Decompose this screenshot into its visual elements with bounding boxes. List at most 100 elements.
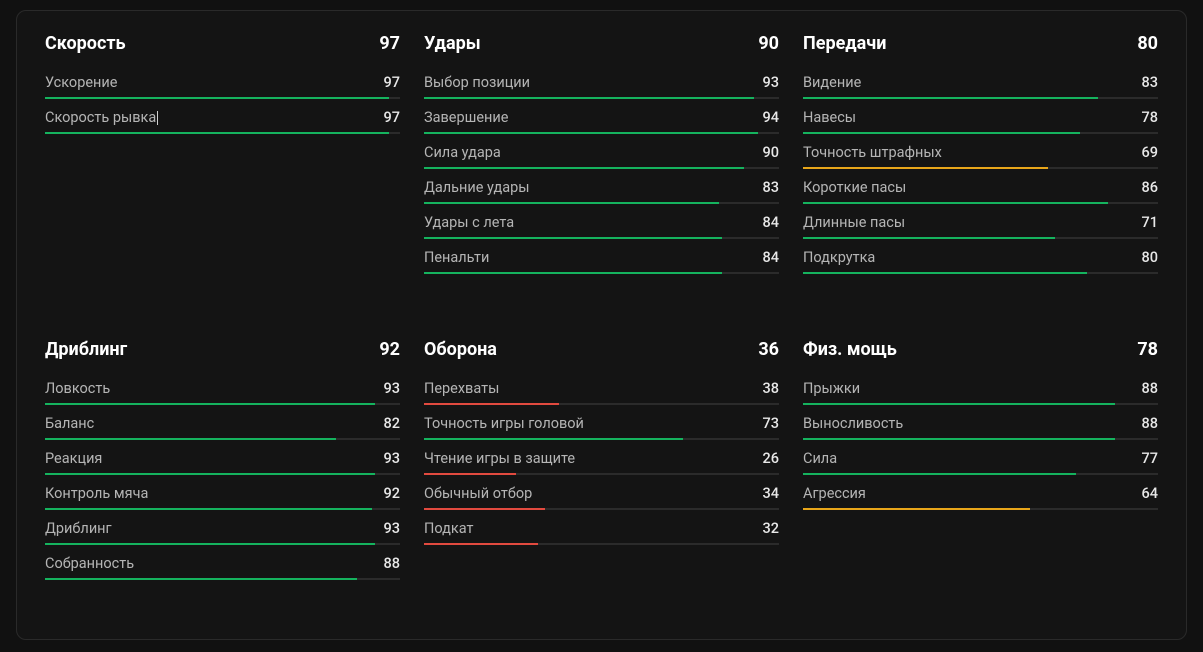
group-value: 97	[379, 33, 400, 54]
stat-item: Дальние удары83	[424, 179, 779, 204]
stat-label: Агрессия	[803, 485, 866, 502]
stat-item: Подкат32	[424, 520, 779, 545]
group-title: Оборона	[424, 339, 497, 360]
stat-row: Навесы78	[803, 109, 1158, 132]
stat-bar-fill	[424, 272, 722, 274]
stat-bar	[424, 473, 779, 475]
stat-value: 82	[384, 415, 400, 432]
stat-item: Выбор позиции 93	[424, 74, 779, 99]
stat-value: 92	[384, 485, 400, 502]
stat-label: Выбор позиции	[424, 74, 530, 91]
stat-value: 86	[1142, 179, 1158, 196]
stat-bar	[803, 97, 1158, 99]
stat-label: Завершение	[424, 109, 508, 126]
stat-bar	[45, 473, 400, 475]
stat-bar	[45, 438, 400, 440]
stat-value: 80	[1142, 249, 1158, 266]
stat-bar-fill	[45, 473, 375, 475]
stat-value: 88	[1142, 415, 1158, 432]
group-value: 80	[1137, 33, 1158, 54]
stat-bar-fill	[803, 202, 1108, 204]
stat-bar	[803, 237, 1158, 239]
stat-row: Ловкость 93	[45, 380, 400, 403]
stat-label: Реакция	[45, 450, 102, 467]
group-header: Оборона 36	[424, 339, 779, 370]
stat-value: 93	[384, 450, 400, 467]
stat-bar-fill	[424, 543, 538, 545]
stat-label: Короткие пасы	[803, 179, 906, 196]
stat-group-physical: Физ. мощь78Прыжки88Выносливость88Сила77А…	[803, 339, 1158, 613]
stat-label: Выносливость	[803, 415, 903, 432]
stat-item: Длинные пасы71	[803, 214, 1158, 239]
stat-item: Собранность88	[45, 555, 400, 580]
stat-bar	[424, 438, 779, 440]
stat-bar	[803, 132, 1158, 134]
stat-row: Дриблинг93	[45, 520, 400, 543]
stat-bar	[45, 543, 400, 545]
stat-bar-fill	[424, 438, 683, 440]
stat-label: Сила удара	[424, 144, 501, 161]
group-header: Дриблинг92	[45, 339, 400, 370]
stat-bar	[45, 508, 400, 510]
stat-row: Скорость рывка 97	[45, 109, 400, 132]
stat-value: 97	[384, 74, 400, 91]
group-title: Скорость	[45, 33, 126, 54]
stat-item: Обычный отбор34	[424, 485, 779, 510]
player-stats-card: Скорость97Ускорение97Скорость рывка97Уда…	[16, 10, 1187, 640]
stat-label: Прыжки	[803, 380, 860, 397]
stat-bar	[424, 167, 779, 169]
stat-row: Видение83	[803, 74, 1158, 97]
stat-value: 84	[763, 214, 779, 231]
stat-value: 97	[384, 109, 400, 126]
text-cursor	[157, 111, 158, 125]
stat-value: 93	[384, 380, 400, 397]
stat-bar	[803, 403, 1158, 405]
stat-item: Короткие пасы 86	[803, 179, 1158, 204]
stat-label: Подкат	[424, 520, 473, 537]
stat-bar-fill	[45, 578, 357, 580]
stat-row: Собранность88	[45, 555, 400, 578]
stat-row: Выбор позиции 93	[424, 74, 779, 97]
stat-bar	[803, 508, 1158, 510]
stat-bar-fill	[803, 167, 1048, 169]
stat-row: Пенальти84	[424, 249, 779, 272]
stat-group-speed: Скорость 97 Ускорение 97 Скорость рывка 97	[45, 33, 400, 307]
stat-label: Ускорение	[45, 74, 117, 91]
group-value: 78	[1137, 339, 1158, 360]
stat-label: Баланс	[45, 415, 94, 432]
stat-label: Ловкость	[45, 380, 110, 397]
stat-item: Завершение94	[424, 109, 779, 134]
group-title: Дриблинг	[45, 339, 127, 360]
stat-item: Скорость рывка 97	[45, 109, 400, 134]
stat-value: 26	[763, 450, 779, 467]
stat-item: Подкрутка 80	[803, 249, 1158, 274]
stat-row: Баланс 82	[45, 415, 400, 438]
stat-row: Короткие пасы 86	[803, 179, 1158, 202]
stat-label: Дальние удары	[424, 179, 530, 196]
stat-row: Точность игры головой 73	[424, 415, 779, 438]
group-header: Скорость 97	[45, 33, 400, 64]
stat-value: 77	[1142, 450, 1158, 467]
stat-row: Контроль мяча92	[45, 485, 400, 508]
stat-row: Выносливость 88	[803, 415, 1158, 438]
stat-label: Дриблинг	[45, 520, 112, 537]
stat-item: Ускорение 97	[45, 74, 400, 99]
stat-value: 93	[763, 74, 779, 91]
stat-value: 64	[1142, 485, 1158, 502]
stat-label: Подкрутка	[803, 249, 875, 266]
stat-item: Сила удара90	[424, 144, 779, 169]
stat-bar	[803, 167, 1158, 169]
stat-label: Точность игры головой	[424, 415, 584, 432]
stat-value: 73	[763, 415, 779, 432]
group-header: Передачи80	[803, 33, 1158, 64]
stat-value: 34	[763, 485, 779, 502]
stat-bar-fill	[45, 132, 389, 134]
stat-label: Длинные пасы	[803, 214, 905, 231]
stat-label: Скорость рывка	[45, 109, 158, 126]
stat-item: Видение83	[803, 74, 1158, 99]
group-value: 36	[758, 339, 779, 360]
stat-row: Перехваты38	[424, 380, 779, 403]
stat-item: Перехваты38	[424, 380, 779, 405]
stat-bar	[424, 202, 779, 204]
stat-bar	[45, 132, 400, 134]
